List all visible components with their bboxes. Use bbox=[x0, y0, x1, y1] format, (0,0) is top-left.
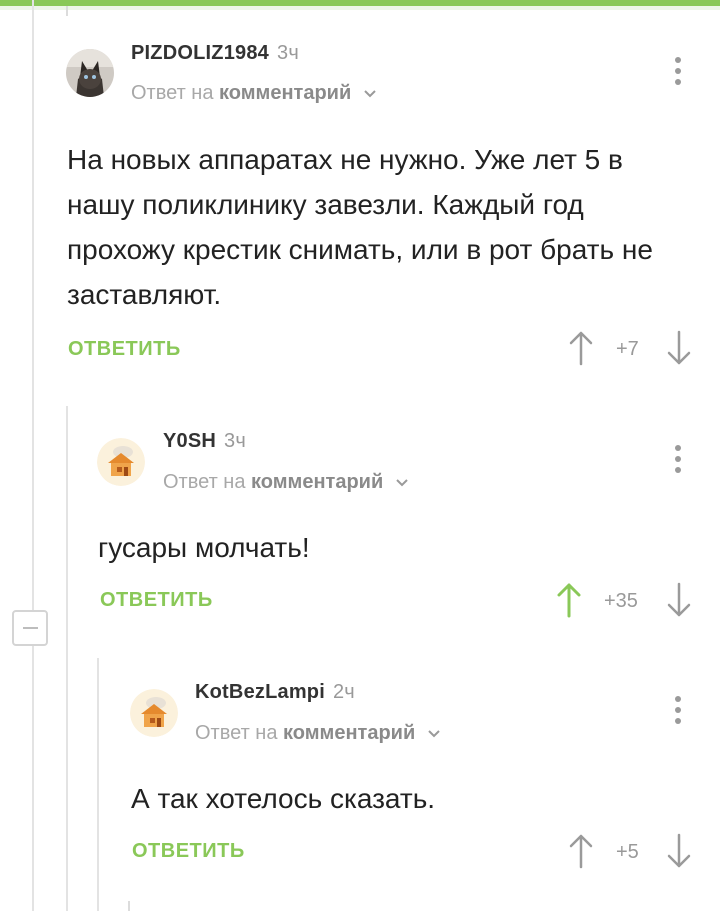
comment-author[interactable]: KotBezLampi 2ч bbox=[195, 681, 355, 704]
reply-prefix: Ответ на bbox=[131, 82, 214, 104]
thread-tick bbox=[66, 6, 68, 16]
vote-widget: +5 bbox=[566, 833, 696, 873]
downvote-arrow-icon[interactable] bbox=[664, 833, 694, 874]
reply-to-link[interactable]: Ответ на комментарий bbox=[131, 82, 377, 105]
comment-text: гусары молчать! bbox=[98, 532, 310, 563]
comment-text: На новых аппаратах не нужно. Уже лет 5 в… bbox=[67, 144, 653, 310]
thread-line-level-2[interactable] bbox=[97, 658, 99, 911]
rating-value: +5 bbox=[616, 841, 639, 863]
top-accent-shadow bbox=[0, 6, 720, 10]
house-avatar-icon[interactable] bbox=[130, 689, 178, 737]
comment-text: А так хотелось сказать. bbox=[131, 783, 436, 814]
more-options-icon[interactable] bbox=[672, 696, 684, 730]
upvote-arrow-icon[interactable] bbox=[566, 330, 596, 371]
reply-prefix: Ответ на bbox=[195, 722, 278, 744]
reply-target[interactable]: комментарий bbox=[283, 722, 415, 744]
cat-avatar-icon[interactable] bbox=[66, 49, 114, 97]
upvote-arrow-icon[interactable] bbox=[554, 582, 584, 623]
more-options-icon[interactable] bbox=[672, 445, 684, 479]
rating-value: +7 bbox=[616, 338, 639, 360]
author-name[interactable]: Y0SH bbox=[163, 430, 216, 452]
author-name[interactable]: KotBezLampi bbox=[195, 681, 325, 703]
author-name[interactable]: PIZDOLIZ1984 bbox=[131, 42, 269, 64]
house-avatar-icon[interactable] bbox=[97, 438, 145, 486]
reply-to-link[interactable]: Ответ на комментарий bbox=[163, 471, 409, 494]
downvote-arrow-icon[interactable] bbox=[664, 582, 694, 623]
reply-target[interactable]: комментарий bbox=[251, 471, 383, 493]
vote-widget: +7 bbox=[566, 330, 696, 370]
thread-tick bbox=[128, 901, 130, 911]
comment-time: 3ч bbox=[224, 430, 246, 452]
chevron-down-icon[interactable] bbox=[395, 471, 409, 494]
reply-target[interactable]: комментарий bbox=[219, 82, 351, 104]
downvote-arrow-icon[interactable] bbox=[664, 330, 694, 371]
upvote-arrow-icon[interactable] bbox=[566, 833, 596, 874]
reply-prefix: Ответ на bbox=[163, 471, 246, 493]
comment-author[interactable]: Y0SH 3ч bbox=[163, 430, 246, 453]
chevron-down-icon[interactable] bbox=[363, 82, 377, 105]
thread-line-level-1[interactable] bbox=[66, 406, 68, 911]
collapse-thread-button[interactable] bbox=[12, 610, 48, 646]
chevron-down-icon[interactable] bbox=[427, 722, 441, 745]
rating-value: +35 bbox=[604, 590, 638, 612]
reply-to-link[interactable]: Ответ на комментарий bbox=[195, 722, 441, 745]
comment-author[interactable]: PIZDOLIZ1984 3ч bbox=[131, 42, 299, 65]
thread-line-level-0[interactable] bbox=[32, 0, 34, 911]
reply-button[interactable]: ОТВЕТИТЬ bbox=[100, 589, 213, 612]
reply-button[interactable]: ОТВЕТИТЬ bbox=[132, 840, 245, 863]
comment-time: 2ч bbox=[332, 681, 355, 703]
comment-time: 3ч bbox=[277, 42, 299, 64]
reply-button[interactable]: ОТВЕТИТЬ bbox=[68, 338, 181, 361]
vote-widget: +35 bbox=[554, 582, 696, 622]
more-options-icon[interactable] bbox=[672, 57, 684, 91]
